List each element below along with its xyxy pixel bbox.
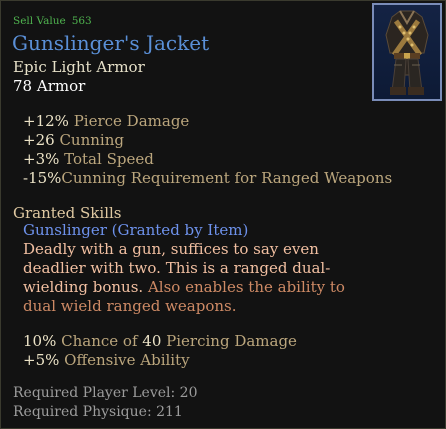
required-physique: Required Physique: 211: [13, 404, 183, 420]
sell-value-label: Sell Value: [13, 15, 66, 27]
jacket-armor-icon: [372, 3, 442, 101]
effect-label: Piercing Damage: [166, 332, 297, 350]
effect-pre-label: Chance of: [61, 332, 138, 350]
effect-pre-value: 10%: [23, 332, 57, 350]
stat-label: Total Speed: [64, 150, 154, 168]
granted-skills-heading: Granted Skills: [13, 204, 122, 222]
required-level: Required Player Level: 20: [13, 385, 198, 401]
item-armor: 78 Armor: [13, 77, 86, 95]
skill-effect-line: +5% Offensive Ability: [23, 351, 190, 369]
stat-value: -15%: [23, 169, 62, 187]
effect-pre-value: +5%: [23, 351, 60, 369]
item-name: Gunslinger's Jacket: [12, 31, 210, 55]
stat-value: +3%: [23, 150, 60, 168]
stat-line: -15%Cunning Requirement for Ranged Weapo…: [23, 169, 392, 187]
stat-line: +3% Total Speed: [23, 150, 154, 168]
stat-line: +26 Cunning: [23, 131, 124, 149]
item-type: Epic Light Armor: [13, 58, 145, 76]
item-tooltip: Sell Value 563 Gunslinger's Jacket Epic L…: [0, 0, 446, 429]
granted-skill-description: Deadly with a gun, suffices to say even …: [23, 240, 368, 316]
stat-label: Pierce Damage: [73, 112, 190, 130]
effect-value: 40: [142, 332, 162, 350]
stat-label: Cunning: [59, 131, 124, 149]
stat-line: +12% Pierce Damage: [23, 112, 189, 130]
sell-value-amount: 563: [71, 15, 92, 27]
effect-pre-label: Offensive Ability: [64, 351, 190, 369]
granted-skill-name: Gunslinger (Granted by Item): [23, 221, 249, 239]
stat-label: Cunning Requirement for Ranged Weapons: [61, 169, 393, 187]
stat-value: +12%: [23, 112, 69, 130]
skill-effect-line: 10% Chance of 40 Piercing Damage: [23, 332, 297, 350]
sell-value: Sell Value 563: [13, 15, 92, 27]
stat-value: +26: [23, 131, 55, 149]
